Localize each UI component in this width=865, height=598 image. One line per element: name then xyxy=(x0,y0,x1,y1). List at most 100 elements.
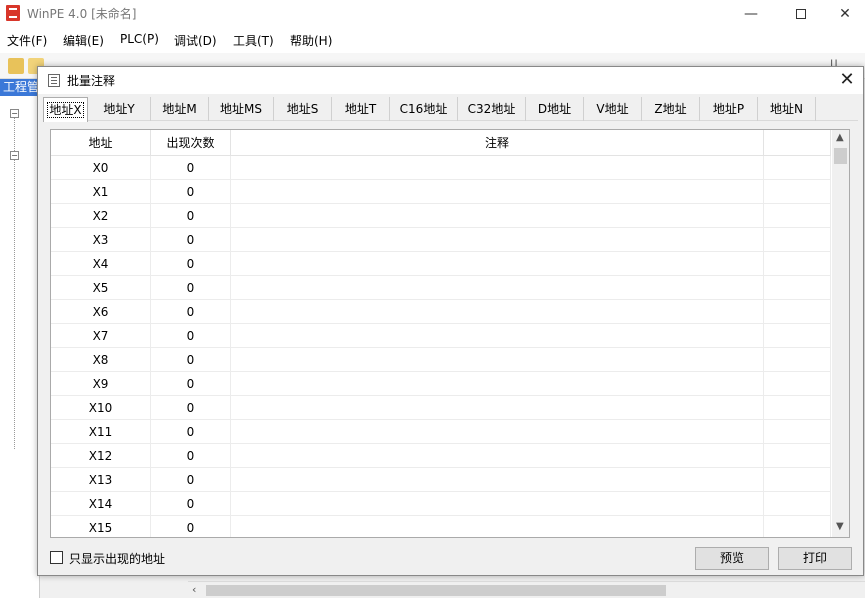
cell-comment[interactable] xyxy=(231,492,764,516)
table-row[interactable]: X1 0 xyxy=(51,180,831,204)
cell-extra xyxy=(764,300,831,324)
table-row[interactable]: X12 0 xyxy=(51,444,831,468)
table-row[interactable]: X14 0 xyxy=(51,492,831,516)
cell-comment[interactable] xyxy=(231,156,764,180)
close-window-button[interactable]: ✕ xyxy=(822,0,865,27)
cell-extra xyxy=(764,276,831,300)
cell-extra xyxy=(764,324,831,348)
maximize-button[interactable] xyxy=(778,0,824,27)
cell-count: 0 xyxy=(151,492,231,516)
scroll-left-icon[interactable]: ‹ xyxy=(192,583,196,596)
cell-comment[interactable] xyxy=(231,324,764,348)
cell-count: 0 xyxy=(151,468,231,492)
cell-address: X6 xyxy=(51,300,151,324)
tab-c32-address[interactable]: C32地址 xyxy=(458,97,526,121)
preview-button[interactable]: 预览 xyxy=(695,547,769,570)
cell-count: 0 xyxy=(151,420,231,444)
cell-comment[interactable] xyxy=(231,372,764,396)
cell-comment[interactable] xyxy=(231,348,764,372)
table-row[interactable]: X15 0 xyxy=(51,516,831,537)
tab-z-address[interactable]: Z地址 xyxy=(642,97,700,121)
cell-extra xyxy=(764,372,831,396)
only-show-used-label[interactable]: 只显示出现的地址 xyxy=(69,550,165,567)
table-row[interactable]: X3 0 xyxy=(51,228,831,252)
column-header-extra xyxy=(764,130,831,156)
cell-comment[interactable] xyxy=(231,180,764,204)
column-header-address: 地址 xyxy=(51,130,151,156)
cell-comment[interactable] xyxy=(231,252,764,276)
cell-address: X7 xyxy=(51,324,151,348)
table-row[interactable]: X9 0 xyxy=(51,372,831,396)
dialog-title: 批量注释 xyxy=(67,74,116,88)
cell-address: X9 xyxy=(51,372,151,396)
cell-comment[interactable] xyxy=(231,228,764,252)
tab-d-address[interactable]: D地址 xyxy=(526,97,584,121)
tree-expand-icon[interactable]: − xyxy=(10,151,19,160)
cell-address: X1 xyxy=(51,180,151,204)
tab-v-address[interactable]: V地址 xyxy=(584,97,642,121)
scrollbar-thumb[interactable] xyxy=(834,148,847,164)
cell-extra xyxy=(764,444,831,468)
cell-address: X4 xyxy=(51,252,151,276)
menu-debug[interactable]: 调试(D) xyxy=(174,32,217,49)
cell-comment[interactable] xyxy=(231,276,764,300)
table-row[interactable]: X11 0 xyxy=(51,420,831,444)
minimize-button[interactable]: — xyxy=(728,0,774,27)
cell-comment[interactable] xyxy=(231,420,764,444)
cell-address: X12 xyxy=(51,444,151,468)
cell-comment[interactable] xyxy=(231,204,764,228)
editor-horizontal-scrollbar[interactable]: ‹ xyxy=(188,581,865,598)
menu-edit[interactable]: 编辑(E) xyxy=(63,32,104,49)
table-row[interactable]: X8 0 xyxy=(51,348,831,372)
cell-extra xyxy=(764,516,831,537)
tab-c16-address[interactable]: C16地址 xyxy=(390,97,458,121)
table-row[interactable]: X7 0 xyxy=(51,324,831,348)
menu-tools[interactable]: 工具(T) xyxy=(233,32,274,49)
print-button[interactable]: 打印 xyxy=(778,547,852,570)
scroll-down-icon[interactable]: ▼ xyxy=(836,521,844,532)
table-row[interactable]: X4 0 xyxy=(51,252,831,276)
cell-extra xyxy=(764,228,831,252)
cell-extra xyxy=(764,204,831,228)
cell-address: X15 xyxy=(51,516,151,537)
tab-address-ms[interactable]: 地址MS xyxy=(209,97,274,121)
cell-extra xyxy=(764,252,831,276)
table-row[interactable]: X5 0 xyxy=(51,276,831,300)
tab-address-t[interactable]: 地址T xyxy=(332,97,390,121)
tab-address-p[interactable]: 地址P xyxy=(700,97,758,121)
tab-address-m[interactable]: 地址M xyxy=(151,97,209,121)
cell-address: X14 xyxy=(51,492,151,516)
tree-connector xyxy=(14,109,15,449)
table-row[interactable]: X13 0 xyxy=(51,468,831,492)
table-row[interactable]: X10 0 xyxy=(51,396,831,420)
cell-count: 0 xyxy=(151,276,231,300)
cell-count: 0 xyxy=(151,348,231,372)
tab-address-s[interactable]: 地址S xyxy=(274,97,332,121)
table-row[interactable]: X2 0 xyxy=(51,204,831,228)
table-row[interactable]: X0 0 xyxy=(51,156,831,180)
cell-count: 0 xyxy=(151,396,231,420)
cell-comment[interactable] xyxy=(231,468,764,492)
tab-address-n[interactable]: 地址N xyxy=(758,97,816,121)
dialog-close-button[interactable]: ✕ xyxy=(835,69,859,91)
scrollbar-thumb[interactable] xyxy=(206,585,666,596)
dialog-footer: 只显示出现的地址 预览 打印 xyxy=(38,545,863,575)
table-row[interactable]: X6 0 xyxy=(51,300,831,324)
menu-help[interactable]: 帮助(H) xyxy=(290,32,332,49)
menu-plc[interactable]: PLC(P) xyxy=(120,32,159,46)
menu-file[interactable]: 文件(F) xyxy=(7,32,47,49)
cell-address: X10 xyxy=(51,396,151,420)
tab-address-x[interactable]: 地址X xyxy=(43,97,88,122)
project-panel: 工程管理 − − xyxy=(0,79,40,598)
only-show-used-checkbox[interactable] xyxy=(50,551,63,564)
tree-expand-icon[interactable]: − xyxy=(10,109,19,118)
scroll-up-icon[interactable]: ▲ xyxy=(836,132,844,143)
cell-comment[interactable] xyxy=(231,516,764,537)
cell-address: X2 xyxy=(51,204,151,228)
table-vertical-scrollbar[interactable]: ▲ ▼ xyxy=(832,130,849,537)
cell-comment[interactable] xyxy=(231,444,764,468)
tab-address-y[interactable]: 地址Y xyxy=(88,97,151,121)
cell-comment[interactable] xyxy=(231,300,764,324)
open-folder-icon[interactable] xyxy=(8,58,24,74)
cell-comment[interactable] xyxy=(231,396,764,420)
